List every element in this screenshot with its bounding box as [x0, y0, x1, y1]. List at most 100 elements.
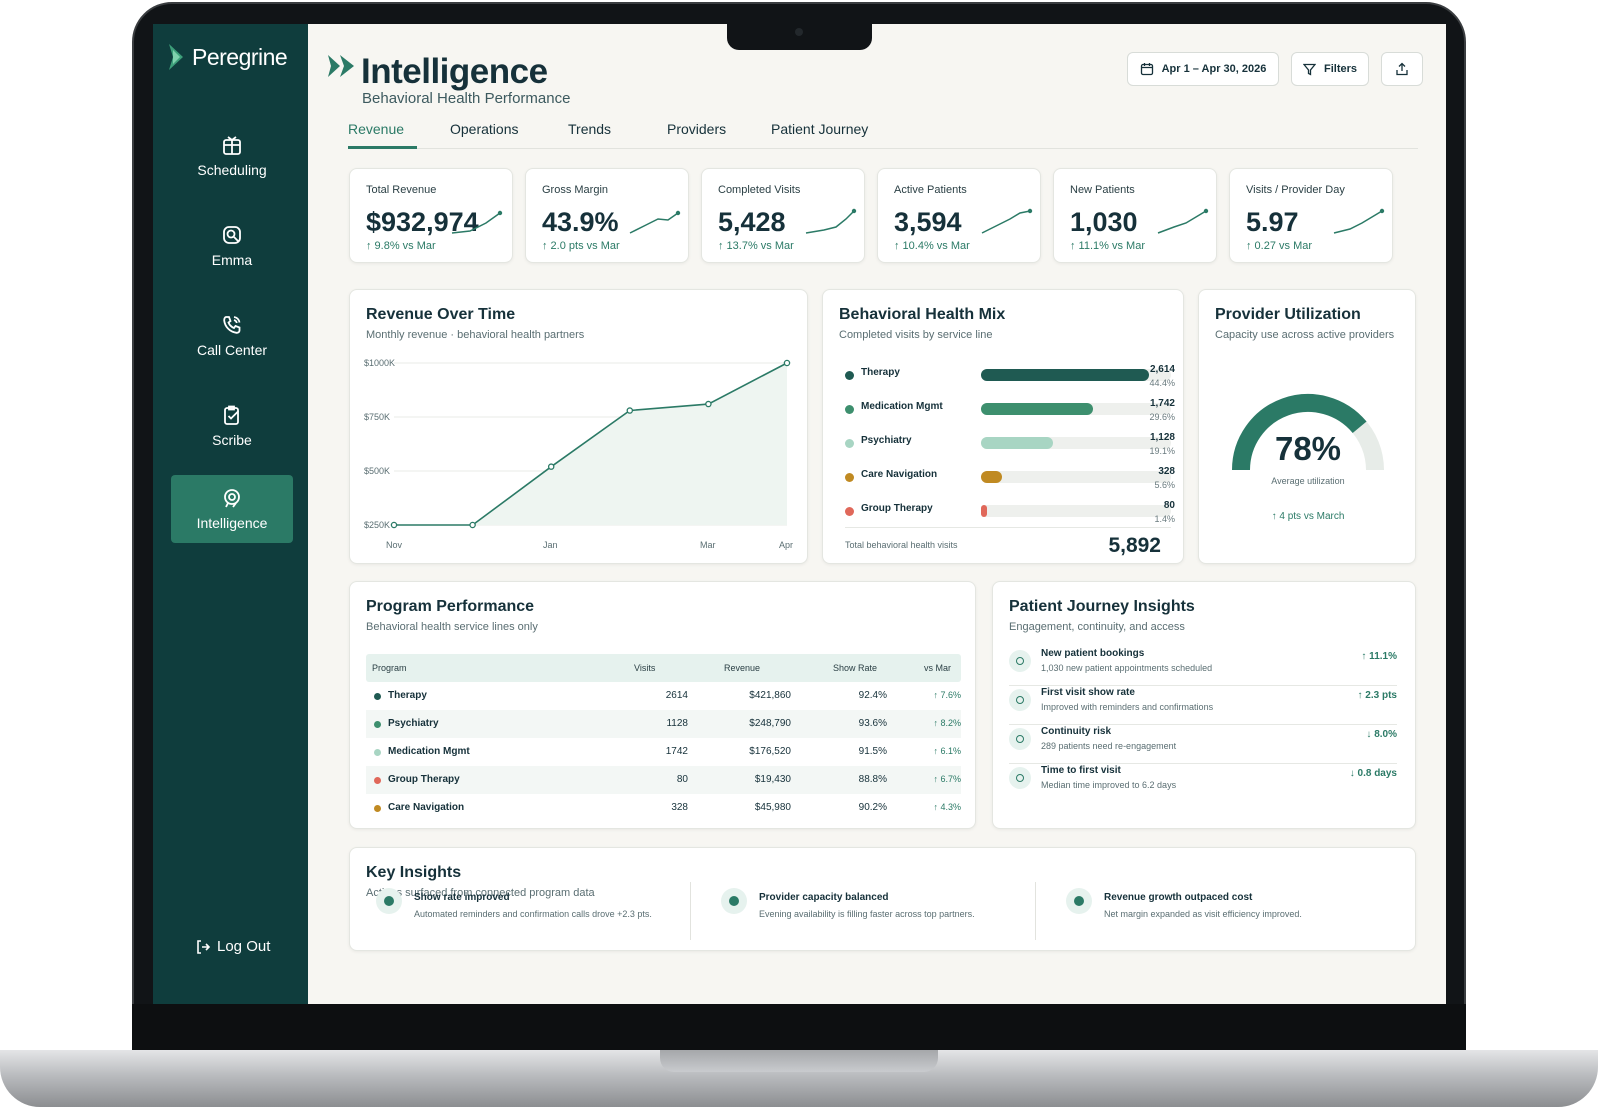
data-point[interactable]: [390, 521, 398, 529]
mix-pct: 44.4%: [1149, 378, 1175, 388]
sidebar-item-intelligence[interactable]: Intelligence: [171, 475, 293, 543]
brand-logo[interactable]: Peregrine: [167, 42, 288, 72]
kpi-card-new-patients[interactable]: New Patients 1,030 ↑ 11.1% vs Mar: [1053, 168, 1217, 263]
data-point[interactable]: [626, 407, 634, 414]
mix-row[interactable]: Group Therapy 80 1.4%: [845, 500, 1175, 526]
program-visits: 1128: [666, 718, 688, 729]
kpi-label: Gross Margin: [542, 184, 609, 196]
date-range-button[interactable]: Apr 1 – Apr 30, 2026: [1127, 52, 1279, 86]
tab-patient-journey[interactable]: Patient Journey: [771, 119, 868, 149]
filters-button[interactable]: Filters: [1291, 52, 1369, 86]
mix-pct: 5.6%: [1154, 480, 1175, 490]
insight-desc: Evening availability is filling faster a…: [759, 909, 975, 919]
kpi-card-active-patients[interactable]: Active Patients 3,594 ↑ 10.4% vs Mar: [877, 168, 1041, 263]
export-icon: [1396, 62, 1408, 76]
table-row[interactable]: Care Navigation 328 $45,980 90.2% ↑ 4.3%: [366, 794, 961, 822]
export-button[interactable]: [1381, 52, 1423, 86]
column-header-revenue[interactable]: Revenue: [724, 663, 760, 673]
data-point[interactable]: [705, 400, 712, 408]
mix-row[interactable]: Medication Mgmt 1,742 29.6%: [845, 398, 1175, 424]
program-visits: 80: [676, 774, 688, 785]
journey-ring-icon: [1009, 728, 1031, 750]
program-show-rate: 93.6%: [858, 718, 887, 729]
kpi-label: Completed Visits: [718, 184, 801, 196]
table-header: Program Visits Revenue Show Rate vs Mar: [366, 654, 961, 682]
sidebar-item-label: Call Center: [196, 342, 268, 358]
table-row[interactable]: Therapy 2614 $421,860 92.4% ↑ 7.6%: [366, 682, 961, 710]
kpi-delta: ↑ 9.8% vs Mar: [366, 240, 436, 252]
series-dot: [845, 405, 854, 414]
clipboard-icon: [224, 405, 240, 425]
kpi-delta: ↑ 10.4% vs Mar: [894, 240, 970, 252]
table-row[interactable]: Group Therapy 80 $19,430 88.8% ↑ 6.7%: [366, 766, 961, 794]
card-title: Provider Utilization: [1215, 306, 1361, 323]
journey-title: New patient bookings: [1041, 648, 1145, 659]
kpi-card-gross-margin[interactable]: Gross Margin 43.9% ↑ 2.0 pts vs Mar: [525, 168, 689, 263]
sparkline: [451, 210, 503, 234]
sparkline: [805, 208, 857, 234]
program-show-rate: 88.8%: [858, 774, 887, 785]
data-point[interactable]: [783, 359, 791, 367]
laptop-chin: [132, 1004, 1466, 1054]
logout-icon: [197, 939, 211, 954]
sidebar-item-scheduling[interactable]: Scheduling: [171, 122, 293, 190]
insight-dot-icon: [376, 888, 402, 914]
kpi-value: 1,030: [1070, 207, 1138, 237]
series-dot: [845, 371, 854, 380]
sidebar-item-emma[interactable]: Emma: [171, 212, 293, 280]
mix-row[interactable]: Care Navigation 328 5.6%: [845, 466, 1175, 492]
mix-name: Psychiatry: [861, 435, 912, 446]
filters-label: Filters: [1323, 63, 1357, 75]
insight-item[interactable]: Revenue growth outpaced cost Net margin …: [1056, 882, 1396, 938]
peregrine-logo-icon: [169, 44, 183, 70]
kpi-card-completed-visits[interactable]: Completed Visits 5,428 ↑ 13.7% vs Mar: [701, 168, 865, 263]
table-row[interactable]: Medication Mgmt 1742 $176,520 91.5% ↑ 6.…: [366, 738, 961, 766]
mix-name: Group Therapy: [861, 503, 933, 514]
tab-trends[interactable]: Trends: [568, 119, 611, 149]
logout-label: Log Out: [217, 938, 271, 955]
x-tick-label: Apr: [779, 540, 793, 550]
journey-value: ↑ 11.1%: [1361, 651, 1397, 662]
program-visits: 2614: [665, 690, 688, 701]
sidebar-item-call-center[interactable]: Call Center: [171, 302, 293, 370]
calendar-icon: [1140, 63, 1153, 76]
kpi-delta: ↑ 13.7% vs Mar: [718, 240, 794, 252]
data-point[interactable]: [469, 521, 476, 529]
data-point[interactable]: [547, 463, 555, 470]
x-tick-label: Nov: [386, 540, 403, 550]
card-title: Key Insights: [366, 864, 462, 881]
column-header-vs-mar[interactable]: vs Mar: [924, 663, 951, 673]
mix-row[interactable]: Psychiatry 1,128 19.1%: [845, 432, 1175, 458]
column-header-show-rate[interactable]: Show Rate: [833, 663, 877, 673]
journey-row[interactable]: New patient bookings 1,030 new patient a…: [1009, 648, 1397, 686]
program-show-rate: 91.5%: [858, 746, 887, 757]
key-insights-card: Key Insights Actions surfaced from conne…: [349, 847, 1416, 951]
insight-item[interactable]: Show rate improved Automated reminders a…: [366, 882, 706, 938]
provider-utilization-card: Provider Utilization Capacity use across…: [1198, 289, 1416, 564]
series-dot: [374, 721, 381, 728]
column-header-program[interactable]: Program: [372, 663, 407, 673]
journey-row[interactable]: First visit show rate Improved with remi…: [1009, 687, 1397, 725]
column-header-visits[interactable]: Visits: [634, 663, 655, 673]
tab-revenue[interactable]: Revenue: [348, 119, 417, 149]
mix-row[interactable]: Therapy 2,614 44.4%: [845, 364, 1175, 390]
tab-providers[interactable]: Providers: [667, 119, 726, 149]
journey-row[interactable]: Time to first visit Median time improved…: [1009, 765, 1397, 803]
tab-operations[interactable]: Operations: [450, 119, 518, 149]
card-subtitle: Completed visits by service line: [839, 329, 993, 341]
logout-button[interactable]: Log Out: [195, 938, 270, 955]
kpi-card-visits-per-provider-day[interactable]: Visits / Provider Day 5.97 ↑ 0.27 vs Mar: [1229, 168, 1393, 263]
mix-bar: [981, 369, 1149, 381]
journey-ring-icon: [1009, 650, 1031, 672]
sidebar-item-scribe[interactable]: Scribe: [171, 392, 293, 460]
insight-item[interactable]: Provider capacity balanced Evening avail…: [711, 882, 1051, 938]
insight-title: Revenue growth outpaced cost: [1104, 892, 1253, 903]
x-tick-label: Mar: [700, 540, 716, 550]
table-row[interactable]: Psychiatry 1128 $248,790 93.6% ↑ 8.2%: [366, 710, 961, 738]
kpi-delta: ↑ 0.27 vs Mar: [1246, 240, 1313, 252]
journey-row[interactable]: Continuity risk 289 patients need re-eng…: [1009, 726, 1397, 764]
kpi-value: 5.97: [1246, 207, 1299, 237]
app-screen: Peregrine Scheduling Emma Call Center Sc…: [153, 24, 1446, 1004]
program-name: Psychiatry: [388, 718, 439, 729]
kpi-card-total-revenue[interactable]: Total Revenue $932,974 ↑ 9.8% vs Mar: [349, 168, 513, 263]
